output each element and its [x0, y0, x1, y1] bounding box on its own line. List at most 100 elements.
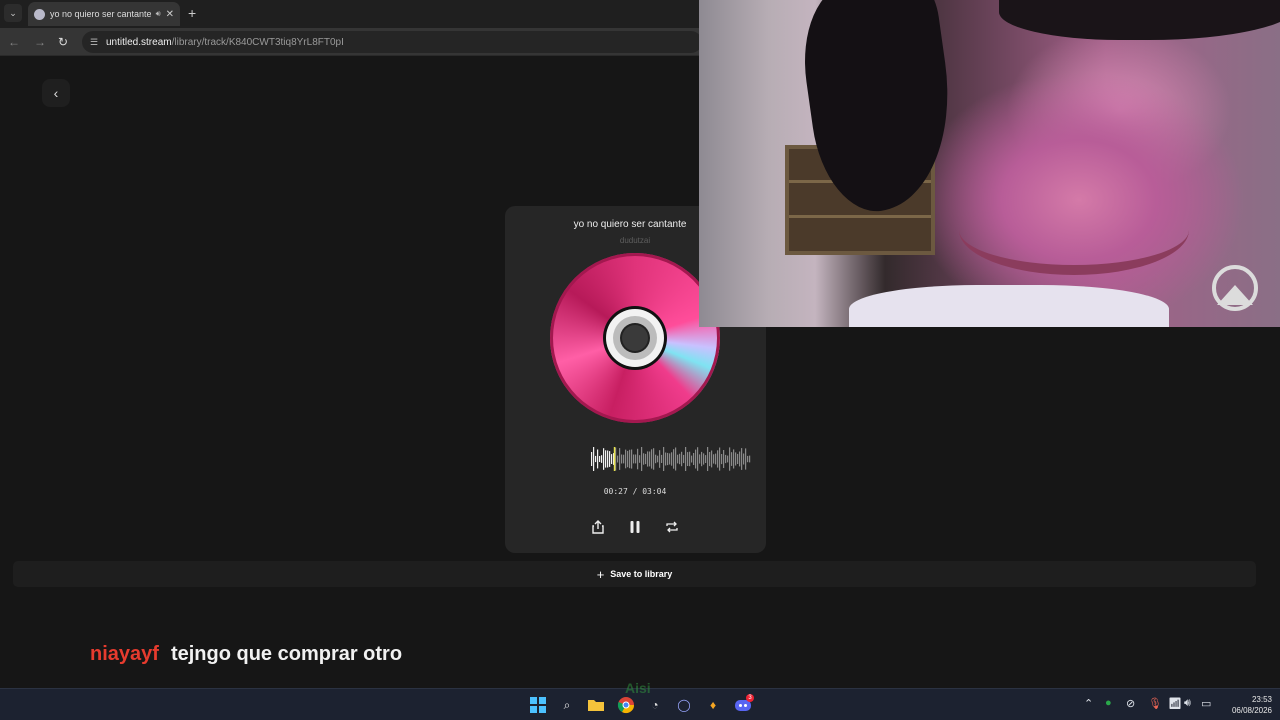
waveform-bar — [639, 455, 641, 463]
battery-icon[interactable]: ▭ — [1201, 697, 1211, 710]
url-host: untitled.stream — [106, 36, 172, 48]
disc-hole — [622, 325, 648, 351]
waveform-bar — [737, 453, 739, 464]
file-explorer-icon[interactable] — [586, 695, 606, 715]
waveform-bar — [691, 455, 693, 463]
waveform-bar — [689, 451, 691, 467]
chat-message: tejngo que comprar otro — [170, 643, 403, 665]
pause-icon — [630, 521, 640, 533]
waveform-bar — [667, 452, 669, 466]
tray-app-icon[interactable]: ● — [1105, 697, 1112, 709]
url-path: /library/track/K840CWT3tiq8YrL8FT0pI — [171, 36, 344, 48]
tab-favicon-icon — [34, 8, 45, 20]
save-to-library-label: Save to library — [610, 569, 673, 579]
chrome-icon[interactable] — [616, 695, 636, 715]
waveform-bar — [623, 454, 625, 464]
site-info-icon[interactable]: ☰ — [88, 36, 100, 48]
waveform-bar — [709, 452, 711, 467]
waveform-bar — [733, 449, 735, 469]
waveform-bar — [629, 449, 631, 469]
waveform-bar — [711, 450, 713, 468]
waveform-bar — [625, 449, 627, 469]
waveform-bar — [675, 447, 677, 471]
waveform-bar — [699, 454, 701, 464]
waveform-bar — [601, 455, 603, 463]
waveform-bar — [681, 451, 683, 467]
waveform-playhead[interactable] — [613, 447, 616, 471]
waveform-bar — [735, 452, 737, 466]
address-bar[interactable]: ☰ untitled.stream/library/track/K840CWT3… — [82, 31, 702, 53]
waveform-bar — [673, 449, 675, 469]
volume-icon[interactable]: 🔊︎ — [1184, 697, 1191, 710]
waveform-bar — [595, 455, 597, 463]
repeat-icon — [666, 521, 678, 533]
save-to-library-button[interactable]: + Save to library — [13, 561, 1256, 587]
plus-icon: + — [596, 566, 605, 582]
chat-username: niayayf — [90, 643, 159, 665]
tray-notifications-icon[interactable]: ⊘ — [1126, 697, 1135, 710]
waveform-bar — [671, 452, 673, 466]
share-button[interactable] — [589, 518, 607, 536]
stream-logo-icon — [1212, 265, 1258, 311]
waveform-bar — [725, 454, 727, 464]
tab-search-icon[interactable]: ⌄ — [4, 4, 22, 22]
waveform-bar — [645, 453, 647, 465]
waveform-bar — [655, 454, 657, 464]
search-icon[interactable]: ⌕ — [557, 695, 577, 715]
waveform-bar — [661, 454, 663, 463]
tray-chevron-up-icon[interactable]: ⌃ — [1084, 697, 1093, 710]
waveform-bar — [599, 456, 601, 462]
app-flame-icon[interactable]: ♦ — [703, 695, 723, 715]
microphone-icon[interactable]: 🎙︎ — [1148, 697, 1162, 710]
waveform-bar — [731, 452, 733, 466]
waveform-bar — [657, 455, 659, 463]
waveform-bar — [739, 451, 741, 467]
wifi-icon[interactable]: 📶︎ — [1168, 697, 1182, 710]
waveform-bar — [605, 450, 607, 468]
reload-icon[interactable]: ↻ — [55, 34, 71, 50]
waveform-bar — [643, 453, 645, 465]
app-circle-icon[interactable]: ◯ — [674, 695, 694, 715]
shelf-board — [789, 215, 931, 218]
waveform-bar — [683, 454, 685, 464]
new-tab-button[interactable]: + — [188, 5, 196, 21]
shirt — [849, 285, 1169, 327]
waveform-bar — [695, 449, 697, 469]
watermark-text: Aisi — [625, 680, 651, 696]
waveform-bar — [633, 454, 635, 464]
waveform-bar — [651, 449, 653, 469]
page-back-button[interactable]: ‹ — [42, 79, 70, 107]
forward-arrow-icon[interactable]: → — [32, 34, 48, 50]
waveform-bar — [607, 450, 609, 468]
repeat-button[interactable] — [663, 518, 681, 536]
time-display: 00:27 / 03:04 — [603, 487, 667, 496]
waveform-bar — [747, 455, 749, 463]
tab-close-icon[interactable]: ✕ — [166, 9, 174, 20]
waveform-bar — [663, 447, 665, 471]
waveform-bar — [723, 450, 725, 468]
smile — [959, 185, 1189, 275]
clock-date: 06/08/2026 — [1231, 706, 1272, 715]
tab-audio-icon[interactable]: 🔊︎ — [156, 9, 161, 19]
waveform-bar — [745, 448, 747, 470]
clock-time: 23:53 — [1251, 695, 1272, 704]
waveform-bar — [649, 451, 651, 467]
waveform-bar — [743, 453, 745, 465]
back-arrow-icon[interactable]: ← — [6, 34, 22, 50]
windows-start-icon[interactable] — [528, 695, 548, 715]
system-clock[interactable]: 23:53 06/08/2026 — [1222, 694, 1272, 716]
browser-tab[interactable]: yo no quiero ser cantante 🔊︎ ✕ — [28, 2, 180, 26]
waveform-bar — [697, 447, 699, 471]
url-text: untitled.stream/library/track/K840CWT3ti… — [106, 37, 344, 48]
tab-title: yo no quiero ser cantante — [50, 9, 151, 19]
waveform-bar — [619, 448, 621, 470]
waveform-bar — [641, 447, 643, 471]
chat-overlay: niayayf tejngo que comprar otro — [90, 643, 402, 666]
screen: ⌄ yo no quiero ser cantante 🔊︎ ✕ + ← → ↻… — [0, 0, 1280, 720]
pause-button[interactable] — [626, 518, 644, 536]
waveform-scrubber[interactable] — [590, 447, 752, 471]
obs-icon[interactable]: ◔ — [645, 695, 665, 715]
waveform-bar — [597, 449, 599, 469]
webcam-overlay — [699, 0, 1280, 327]
waveform-bar — [715, 453, 717, 465]
